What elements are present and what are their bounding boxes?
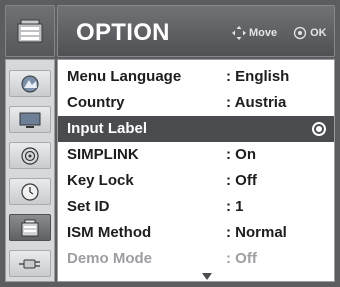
speaker-icon: [21, 146, 39, 165]
sidebar-item-connection[interactable]: [9, 250, 51, 277]
menu-item-input-label[interactable]: Input Label: [58, 116, 334, 142]
menu-item-label: ISM Method: [67, 224, 152, 241]
menu-item-value: : Austria: [226, 94, 287, 111]
menu-item-label: Input Label: [67, 120, 147, 137]
option-menu-list: Menu Language : English Country : Austri…: [57, 59, 335, 282]
menu-item-ism-method[interactable]: ISM Method : Normal: [58, 220, 334, 246]
navigation-hint: Move OK: [232, 26, 327, 40]
category-sidebar: [5, 5, 55, 282]
sidebar-item-option[interactable]: [9, 214, 51, 241]
menu-item-value: : Off: [226, 172, 257, 189]
clock-icon: [21, 182, 39, 201]
option-category-header: [5, 5, 55, 57]
plug-icon: [19, 259, 40, 268]
menu-item-set-id[interactable]: Set ID : 1: [58, 194, 334, 220]
menu-item-value: : On: [226, 146, 256, 163]
menu-item-value: : English: [226, 68, 290, 85]
menu-item-label: SIMPLINK: [67, 146, 139, 163]
menu-item-value: : Normal: [226, 224, 287, 241]
menu-item-label: Key Lock: [67, 172, 134, 189]
menu-item-value: : Off: [226, 250, 257, 267]
sidebar-item-picture[interactable]: [9, 70, 51, 97]
sidebar-item-time[interactable]: [9, 178, 51, 205]
move-hint-label: Move: [249, 27, 278, 39]
menu-item-demo-mode[interactable]: Demo Mode : Off: [58, 246, 334, 272]
selected-radio-icon: [312, 122, 326, 136]
menu-item-country[interactable]: Country : Austria: [58, 90, 334, 116]
menu-item-label: Country: [67, 94, 125, 111]
menu-header: OPTION Move OK: [57, 5, 335, 57]
menu-item-label: Set ID: [67, 198, 110, 215]
menu-item-value: : 1: [226, 198, 244, 215]
page-title: OPTION: [76, 19, 170, 46]
menu-item-key-lock[interactable]: Key Lock : Off: [58, 168, 334, 194]
picture-icon: [21, 75, 39, 92]
option-icon: [17, 19, 43, 43]
menu-item-menu-language[interactable]: Menu Language : English: [58, 64, 334, 90]
menu-item-label: Menu Language: [67, 68, 182, 85]
menu-item-label: Demo Mode: [67, 250, 153, 267]
sidebar-item-screen[interactable]: [9, 106, 51, 133]
monitor-icon: [19, 112, 41, 128]
move-arrows-icon: [232, 26, 246, 40]
ok-hint-label: OK: [310, 27, 327, 39]
menu-item-simplink[interactable]: SIMPLINK : On: [58, 142, 334, 168]
tv-osd-menu: OPTION Move OK Menu Language : English C…: [0, 0, 340, 287]
category-list: [5, 59, 55, 282]
ok-button-icon: [293, 26, 307, 40]
scroll-down-arrow-icon[interactable]: [202, 273, 212, 280]
sidebar-item-audio[interactable]: [9, 142, 51, 169]
option-icon: [21, 219, 39, 236]
